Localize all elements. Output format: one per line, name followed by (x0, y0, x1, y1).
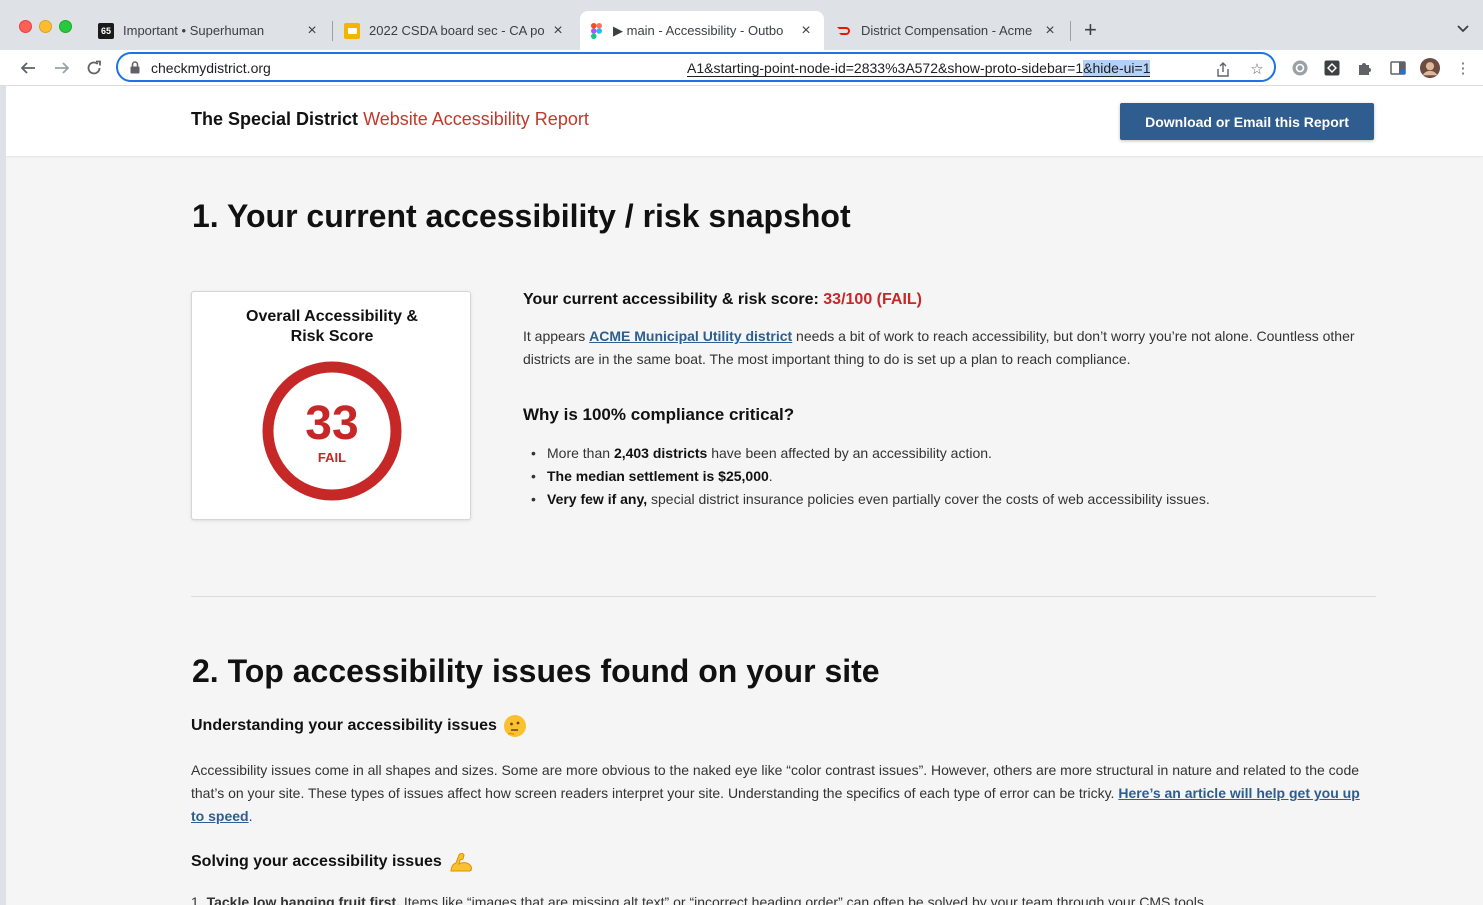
tab-strip: 65 Important • Superhuman × 2022 CSDA bo… (0, 0, 1483, 50)
reload-icon[interactable] (82, 56, 106, 80)
tab-superhuman[interactable]: 65 Important • Superhuman × (90, 11, 330, 50)
site-header: The Special District Website Accessibili… (6, 86, 1483, 156)
figma-icon (588, 22, 604, 39)
score-card: Overall Accessibility & Risk Score 33 FAI… (191, 291, 471, 520)
understanding-heading: Understanding your accessibility issues (191, 714, 527, 738)
report-page: The Special District Website Accessibili… (6, 86, 1483, 905)
score-status: FAIL (317, 450, 347, 465)
browser-toolbar: checkmydistrict.org A1&starting-point-no… (0, 50, 1483, 86)
fullscreen-window-button[interactable] (59, 20, 72, 33)
tab-title: District Compensation - Acme (861, 23, 1033, 38)
lock-icon[interactable] (130, 61, 140, 79)
puzzle-piece-icon[interactable] (1355, 58, 1375, 78)
download-report-button[interactable]: Download or Email this Report (1120, 103, 1374, 140)
tab-google-slides[interactable]: 2022 CSDA board sec - CA po × (336, 11, 576, 50)
score-details: Your current accessibility & risk score:… (523, 291, 1373, 511)
tab-title: Important • Superhuman (123, 23, 265, 38)
back-arrow-icon[interactable] (16, 56, 40, 80)
score-card-label: Overall Accessibility & Risk Score (246, 308, 418, 345)
browser-window: 65 Important • Superhuman × 2022 CSDA bo… (0, 0, 1483, 905)
tab-district-compensation[interactable]: District Compensation - Acme × (828, 11, 1068, 50)
tab-search-chevron-icon[interactable] (1457, 22, 1469, 36)
avatar[interactable] (1420, 58, 1440, 78)
doordash-icon (836, 23, 852, 39)
flexed-biceps-icon (448, 850, 474, 874)
close-icon[interactable]: × (550, 22, 566, 39)
section-1-heading: 1. Your current accessibility / risk sna… (192, 198, 851, 234)
forward-arrow-icon[interactable] (50, 56, 74, 80)
superhuman-icon: 65 (98, 22, 114, 39)
section-divider (191, 596, 1376, 597)
tab-title: 2022 CSDA board sec - CA po (369, 23, 545, 38)
thinking-face-icon (503, 714, 527, 738)
understanding-paragraph: Accessibility issues come in all shapes … (191, 762, 1360, 824)
close-window-button[interactable] (19, 20, 32, 33)
score-intro: It appears ACME Municipal Utility distri… (523, 328, 1355, 367)
grammarly-extension-icon[interactable] (1290, 58, 1310, 78)
extension-icon[interactable] (1322, 58, 1342, 78)
list-item: Very few if any, special district insura… (523, 488, 1373, 511)
tab-separator (1070, 21, 1071, 41)
list-item: The median settlement is $25,000. (523, 465, 1373, 488)
score-value: 33 (305, 397, 359, 450)
score-heading: Your current accessibility & risk score:… (523, 291, 922, 308)
solving-list-item: 1. Tackle low hanging fruit first. Items… (191, 894, 1208, 905)
tab-figma[interactable]: ▶ main - Accessibility - Outbo × (580, 11, 824, 50)
browser-menu-icon[interactable]: ⋮ (1453, 58, 1473, 78)
score-fail-text: 33/100 (FAIL) (823, 291, 922, 308)
minimize-window-button[interactable] (39, 20, 52, 33)
list-item: More than 2,403 districts have been affe… (523, 442, 1373, 465)
google-slides-icon (344, 22, 360, 39)
site-brand[interactable]: The Special District Website Accessibili… (191, 109, 589, 130)
new-tab-button[interactable]: + (1084, 19, 1097, 41)
address-url-text: A1&starting-point-node-id=2833%3A572&sho… (687, 60, 1151, 77)
close-icon[interactable]: × (1042, 22, 1058, 39)
reading-list-icon[interactable] (1388, 58, 1408, 78)
address-host: checkmydistrict.org (151, 60, 271, 76)
close-icon[interactable]: × (304, 22, 320, 39)
section-2-heading: 2. Top accessibility issues found on you… (192, 653, 880, 689)
solving-heading: Solving your accessibility issues (191, 850, 474, 874)
tab-separator (332, 21, 333, 41)
close-icon[interactable]: × (798, 22, 814, 39)
district-link[interactable]: ACME Municipal Utility district (589, 328, 792, 344)
tab-title: ▶ main - Accessibility - Outbo (613, 22, 784, 38)
why-list: More than 2,403 districts have been affe… (523, 442, 1373, 511)
why-heading: Why is 100% compliance critical? (523, 405, 795, 424)
address-bar[interactable]: checkmydistrict.org A1&starting-point-no… (116, 52, 1276, 82)
share-icon[interactable] (1214, 60, 1232, 78)
bookmark-star-icon[interactable]: ☆ (1248, 60, 1266, 78)
